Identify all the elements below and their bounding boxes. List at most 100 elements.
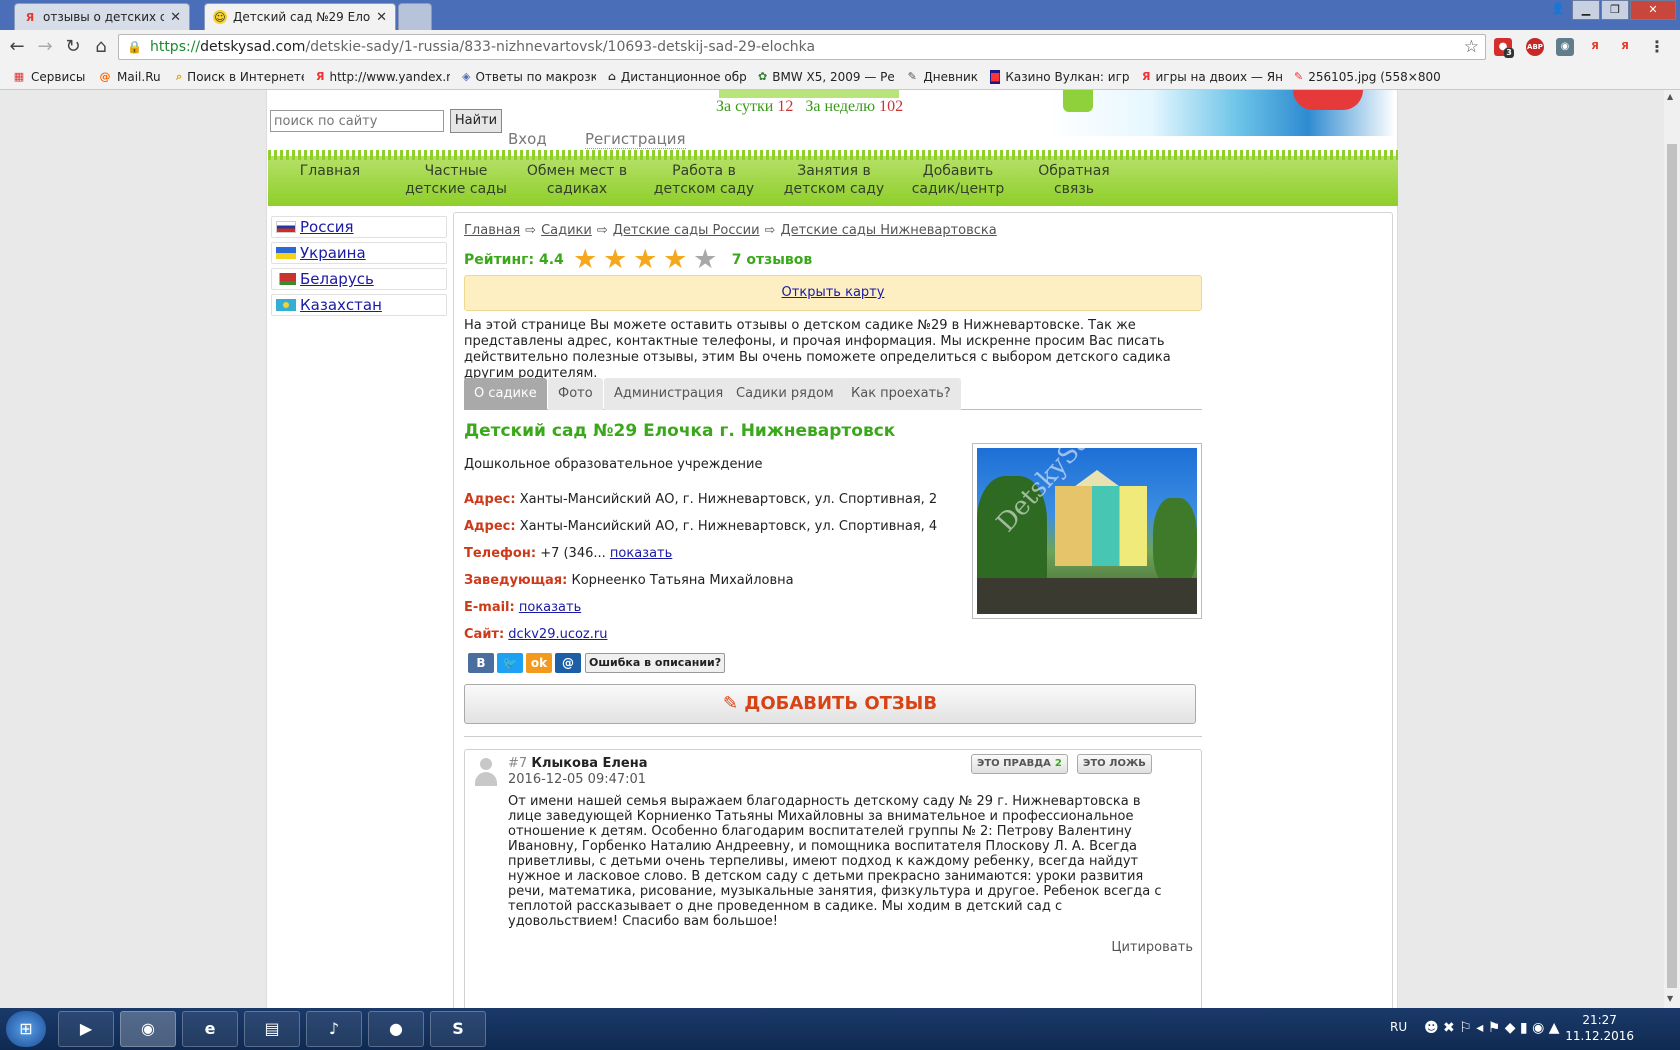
review-card: #7 Клыкова Елена 2016-12-05 09:47:01 ЭТО… [464,749,1202,1008]
bookmark-mailru[interactable]: @ Mail.Ru [98,70,164,84]
vote-true-button[interactable]: ЭТО ПРАВДА 2 [971,754,1068,774]
country-belarus[interactable]: Беларусь [271,268,447,290]
close-icon[interactable]: ✕ [376,10,387,25]
add-review-button[interactable]: ✎ ДОБАВИТЬ ОТЗЫВ [464,684,1196,724]
menu-item-exchange[interactable]: Обмен мест в садиках [524,162,630,198]
intro-text: На этой странице Вы можете оставить отзы… [464,318,1171,381]
star-icon[interactable]: ★ [572,246,599,273]
main-menu: Главная Частные детские сады Обмен мест в… [268,150,1398,206]
bookmark-star-icon[interactable]: ☆ [1464,37,1479,57]
star-icon[interactable]: ★ [692,246,719,273]
star-icon[interactable]: ★ [662,246,689,273]
bookmark-casino[interactable]: ■Казино Вулкан: игров [990,69,1130,84]
bookmark-image[interactable]: ✎ 256105.jpg (558×800) [1294,70,1440,84]
scroll-down-icon[interactable]: ▼ [1667,994,1673,1003]
start-button[interactable]: ⊞ [6,1011,46,1047]
yandex-extension-icon[interactable]: Я [1586,38,1604,56]
tab-administration[interactable]: Администрация [604,378,734,410]
forward-icon[interactable]: → [34,36,56,58]
new-tab-button[interactable] [398,3,432,30]
eye-extension-icon[interactable]: ◉ [1556,38,1574,56]
kindergarten-photo[interactable]: DetskySad.com [972,443,1202,619]
bookmark-yandex[interactable]: Яhttp://www.yandex.ru [316,70,450,84]
panda-icon[interactable]: ● [368,1011,424,1047]
clock[interactable]: 21:27 11.12.2016 [1565,1012,1634,1044]
skype-icon[interactable]: S [430,1011,486,1047]
breadcrumb-russia[interactable]: Детские сады России [613,223,760,238]
quote-link[interactable]: Цитировать [1111,940,1193,955]
reload-icon[interactable]: ↻ [62,36,84,58]
menu-item-home[interactable]: Главная [288,162,372,180]
report-error-button[interactable]: Ошибка в описании? [585,653,726,673]
maximize-button[interactable]: ❐ [1601,0,1629,20]
bookmark-diary[interactable]: ✎ Дневник [906,70,978,84]
windows-taskbar: ⊞ ▶ ◉ e ▤ ♪ ● S RU ☻ ✖ ⚐ ◂ ⚑ ◆ ▮ ◉ ▲ 21:27 11.… [0,1008,1680,1050]
bookmark-bmw[interactable]: ✿ BMW X5, 2009 — Ред [758,70,894,84]
scrollbar-thumb[interactable] [1667,144,1677,988]
menu-item-add[interactable]: Добавить садик/центр [908,162,1008,198]
internet-explorer-icon[interactable]: e [182,1011,238,1047]
tray-icons[interactable]: ☻ ✖ ⚐ ◂ ⚑ ◆ ▮ ◉ ▲ [1424,1020,1560,1036]
menu-item-feedback[interactable]: Обратная связь [1034,162,1114,198]
rating-stars[interactable]: ★ ★ ★ ★ ★ [572,246,722,273]
vote-false-button[interactable]: ЭТО ЛОЖЬ [1077,754,1152,774]
vertical-scrollbar[interactable]: ▲ ▼ [1664,90,1680,1008]
menu-item-private[interactable]: Частные детские сады [396,162,516,198]
search-button[interactable]: Найти [450,109,502,133]
tab-about[interactable]: О садике [464,378,547,410]
browser-tab-yandex[interactable]: Я отзывы о детских садах ✕ [14,3,190,30]
tab-photo[interactable]: Фото [548,378,603,410]
odnoklassniki-share-icon[interactable]: ok [526,653,552,673]
bookmark-games[interactable]: Яигры на двоих — Янд [1142,70,1282,84]
tab-directions[interactable]: Как проехать? [841,378,961,410]
address-field-1: Адрес: Ханты-Мансийский АО, г. Нижневарт… [464,492,938,507]
yandex-bar-icon[interactable]: Я [1616,38,1634,56]
show-email-link[interactable]: показать [519,600,581,615]
back-icon[interactable]: ← [6,36,28,58]
bookmark-answers[interactable]: ◈ Ответы по макрозкс [462,70,596,84]
site-search-input[interactable] [270,110,444,132]
star-icon[interactable]: ★ [602,246,629,273]
chrome-icon[interactable]: ◉ [120,1011,176,1047]
login-link[interactable]: Вход [508,130,547,148]
close-icon[interactable]: ✕ [170,10,181,25]
apps-grid-icon: ▦ [13,70,25,83]
country-russia[interactable]: Россия [271,216,447,238]
menu-item-lessons[interactable]: Занятия в детском саду [778,162,890,198]
file-explorer-icon[interactable]: ▤ [244,1011,300,1047]
ukraine-flag-icon [276,247,296,259]
minimize-button[interactable]: ▁ [1572,0,1600,20]
menu-icon[interactable]: ⋮ [1648,38,1666,56]
adblock-icon[interactable]: ABP [1526,38,1544,56]
open-map-link[interactable]: Открыть карту [782,285,885,300]
vk-share-icon[interactable]: В [468,653,494,673]
scroll-up-icon[interactable]: ▲ [1667,92,1673,101]
user-icon[interactable]: 👤 [1545,0,1571,20]
show-phone-link[interactable]: показать [610,546,672,561]
close-window-button[interactable]: ✕ [1630,0,1676,20]
bookmark-search[interactable]: ⌕ Поиск в Интернете [176,70,304,84]
home-icon[interactable]: ⌂ [90,36,112,58]
site-link[interactable]: dckv29.ucoz.ru [508,627,607,642]
breadcrumb-gardens[interactable]: Садики [541,223,592,238]
browser-tab-detskysad[interactable]: ☺ Детский сад №29 Елочк ✕ [204,3,396,30]
mailru-share-icon[interactable]: @ [555,653,581,673]
media-player-icon[interactable]: ▶ [58,1011,114,1047]
music-icon[interactable]: ♪ [306,1011,362,1047]
country-kazakhstan[interactable]: Казахстан [271,294,447,316]
country-ukraine[interactable]: Украина [271,242,447,264]
tab-nearby[interactable]: Садики рядом [726,378,844,410]
star-icon[interactable]: ★ [632,246,659,273]
breadcrumb-home[interactable]: Главная [464,223,520,238]
twitter-share-icon[interactable]: 🐦 [497,653,523,673]
bookmark-distance[interactable]: ⌂ Дистанционное обра [608,70,746,84]
bookmark-services[interactable]: ▦ Сервисы [12,70,86,84]
register-link[interactable]: Регистрация [585,130,686,149]
divider [464,736,1202,737]
address-bar[interactable]: 🔒 https://detskysad.com/detskie-sady/1-r… [118,34,1486,60]
reviews-count[interactable]: 7 отзывов [732,252,812,268]
menu-item-jobs[interactable]: Работа в детском саду [648,162,760,198]
breadcrumb-city[interactable]: Детские сады Нижневартовска [780,223,996,238]
language-indicator[interactable]: RU [1390,1020,1407,1034]
site-container: За сутки 12 За неделю 102 Найти Вход Рег… [266,90,1398,1008]
